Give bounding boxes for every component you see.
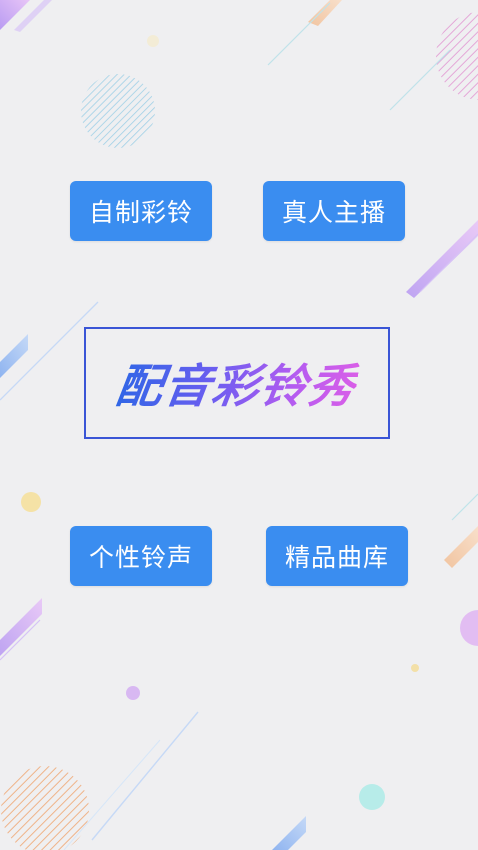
zhenren-zhubo-label: 真人主播 (281, 198, 386, 227)
gexing-lingsheng-label: 个性铃声 (88, 543, 193, 572)
app-title-box: 配音彩铃秀 (84, 327, 390, 439)
app-title: 配音彩铃秀 (112, 350, 361, 416)
zizhi-cailing-button[interactable]: 自制彩铃 (70, 181, 212, 241)
jingpin-quku-label: 精品曲库 (284, 543, 389, 572)
gexing-lingsheng-button[interactable]: 个性铃声 (70, 526, 212, 586)
zizhi-cailing-label: 自制彩铃 (88, 198, 193, 227)
jingpin-quku-button[interactable]: 精品曲库 (266, 526, 408, 586)
deco-hatched-circle (81, 74, 155, 148)
deco-stripe (308, 0, 342, 26)
deco-hatched-circle (436, 12, 478, 100)
zhenren-zhubo-button[interactable]: 真人主播 (263, 181, 405, 241)
deco-hatched-circle (1, 766, 89, 850)
